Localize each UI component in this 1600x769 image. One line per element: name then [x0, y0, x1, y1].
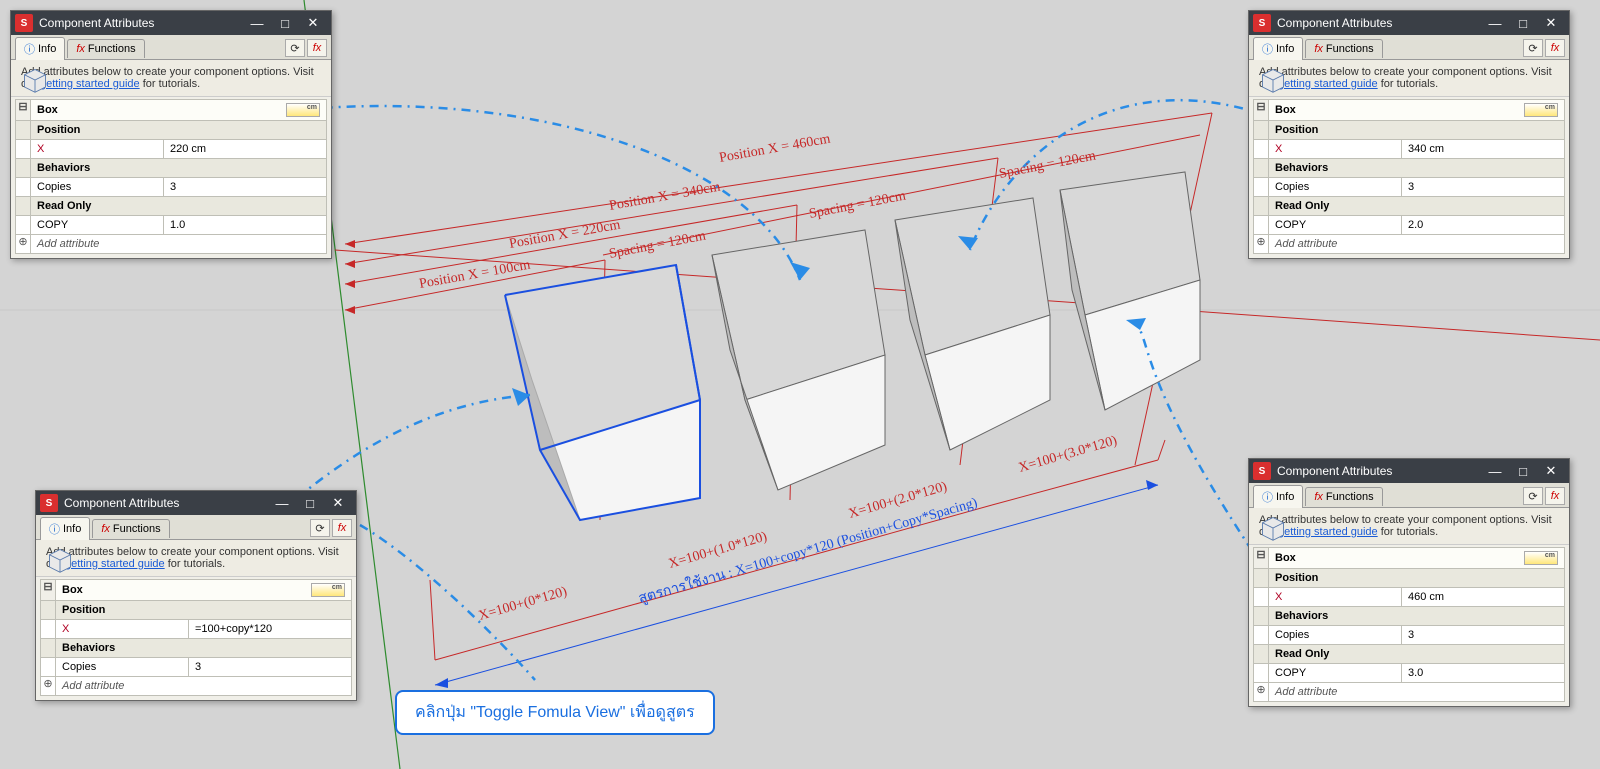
- svg-text:Position X = 100cm: Position X = 100cm: [418, 258, 532, 292]
- minimize-button[interactable]: —: [1481, 11, 1509, 35]
- window-title: Component Attributes: [39, 16, 243, 30]
- section-behaviors: Behaviors: [31, 159, 326, 177]
- app-icon: S: [1253, 462, 1271, 480]
- getting-started-link[interactable]: getting started guide: [1278, 526, 1378, 538]
- tab-functions[interactable]: fxFunctions: [67, 39, 144, 58]
- svg-text:Position X = 460cm: Position X = 460cm: [718, 132, 832, 166]
- box-1: [505, 265, 700, 520]
- cube-icon: [1259, 66, 1287, 94]
- component-name: Box: [37, 104, 58, 116]
- svg-text:Spacing = 120cm: Spacing = 120cm: [808, 188, 907, 221]
- refresh-button[interactable]: ⟳: [285, 39, 305, 57]
- attr-copies-value[interactable]: 3: [164, 178, 326, 196]
- refresh-button[interactable]: ⟳: [310, 519, 330, 537]
- tab-info[interactable]: ⓘInfo: [15, 37, 65, 60]
- close-button[interactable]: ✕: [324, 491, 352, 515]
- close-button[interactable]: ✕: [1537, 459, 1565, 483]
- tab-functions[interactable]: fxFunctions: [1305, 39, 1382, 58]
- maximize-button[interactable]: □: [271, 11, 299, 35]
- attr-x-formula[interactable]: =100+copy*120: [189, 620, 351, 638]
- svg-text:Spacing = 120cm: Spacing = 120cm: [998, 148, 1097, 181]
- app-icon: S: [1253, 14, 1271, 32]
- window-title: Component Attributes: [1277, 16, 1481, 30]
- toggle-formula-button[interactable]: fx: [1545, 487, 1565, 505]
- window-title: Component Attributes: [64, 496, 268, 510]
- attr-copies-label: Copies: [31, 178, 164, 196]
- component-attributes-panel-2: S Component Attributes —□✕ ⓘInfo fxFunct…: [35, 490, 357, 701]
- app-icon: S: [15, 14, 33, 32]
- maximize-button[interactable]: □: [296, 491, 324, 515]
- titlebar[interactable]: S Component Attributes —□✕: [36, 491, 356, 515]
- tab-info[interactable]: ⓘInfo: [40, 517, 90, 540]
- window-title: Component Attributes: [1277, 464, 1481, 478]
- titlebar[interactable]: S Component Attributes —□✕: [1249, 11, 1569, 35]
- attr-x-label: X: [31, 140, 164, 158]
- add-attribute-button[interactable]: ⊕: [16, 235, 31, 253]
- maximize-button[interactable]: □: [1509, 11, 1537, 35]
- titlebar[interactable]: S Component Attributes — □ ✕: [11, 11, 331, 35]
- svg-text:สูตรการใช้งาน : X=100+copy*120: สูตรการใช้งาน : X=100+copy*120 (Position…: [636, 493, 979, 606]
- cube-icon: [46, 546, 74, 574]
- refresh-button[interactable]: ⟳: [1523, 39, 1543, 57]
- app-icon: S: [40, 494, 58, 512]
- minimize-button[interactable]: —: [268, 491, 296, 515]
- tab-functions[interactable]: fxFunctions: [1305, 487, 1382, 506]
- svg-text:Position X = 220cm: Position X = 220cm: [508, 218, 622, 252]
- minimize-button[interactable]: —: [243, 11, 271, 35]
- toggle-formula-button[interactable]: fx: [1545, 39, 1565, 57]
- minimize-button[interactable]: —: [1481, 459, 1509, 483]
- section-position: Position: [31, 121, 326, 139]
- getting-started-link[interactable]: getting started guide: [1278, 78, 1378, 90]
- box-4: [1060, 172, 1200, 410]
- attr-copy-label: COPY: [31, 216, 164, 234]
- add-attribute-label[interactable]: Add attribute: [31, 235, 326, 253]
- box-3: [895, 198, 1050, 450]
- tab-info[interactable]: ⓘInfo: [1253, 485, 1303, 508]
- toggle-formula-button[interactable]: fx: [332, 519, 352, 537]
- maximize-button[interactable]: □: [1509, 459, 1537, 483]
- svg-text:Spacing = 120cm: Spacing = 120cm: [608, 228, 707, 261]
- toggle-formula-button[interactable]: fx: [307, 39, 327, 57]
- svg-text:X=100+(3.0*120): X=100+(3.0*120): [1017, 433, 1119, 476]
- titlebar[interactable]: S Component Attributes —□✕: [1249, 459, 1569, 483]
- component-attributes-panel-1: S Component Attributes — □ ✕ ⓘInfo fxFun…: [10, 10, 332, 259]
- close-button[interactable]: ✕: [299, 11, 327, 35]
- cube-icon: [21, 66, 49, 94]
- units-indicator[interactable]: cm: [286, 103, 320, 117]
- cube-icon: [1259, 514, 1287, 542]
- tab-info[interactable]: ⓘInfo: [1253, 37, 1303, 60]
- tab-functions[interactable]: fxFunctions: [92, 519, 169, 538]
- close-button[interactable]: ✕: [1537, 11, 1565, 35]
- component-attributes-panel-3: S Component Attributes —□✕ ⓘInfo fxFunct…: [1248, 10, 1570, 259]
- getting-started-link[interactable]: getting started guide: [40, 78, 140, 90]
- component-attributes-panel-4: S Component Attributes —□✕ ⓘInfo fxFunct…: [1248, 458, 1570, 707]
- svg-text:Position X = 340cm: Position X = 340cm: [608, 180, 722, 214]
- svg-text:X=100+(0*120): X=100+(0*120): [477, 584, 569, 624]
- callout-tip: คลิกปุ่ม "Toggle Fomula View" เพื่อดูสูต…: [395, 690, 715, 735]
- getting-started-link[interactable]: getting started guide: [65, 558, 165, 570]
- refresh-button[interactable]: ⟳: [1523, 487, 1543, 505]
- attr-copy-value[interactable]: 1.0: [164, 216, 326, 234]
- collapse-toggle[interactable]: ⊟: [16, 100, 31, 120]
- section-readonly: Read Only: [31, 197, 326, 215]
- attr-x-value[interactable]: 220 cm: [164, 140, 326, 158]
